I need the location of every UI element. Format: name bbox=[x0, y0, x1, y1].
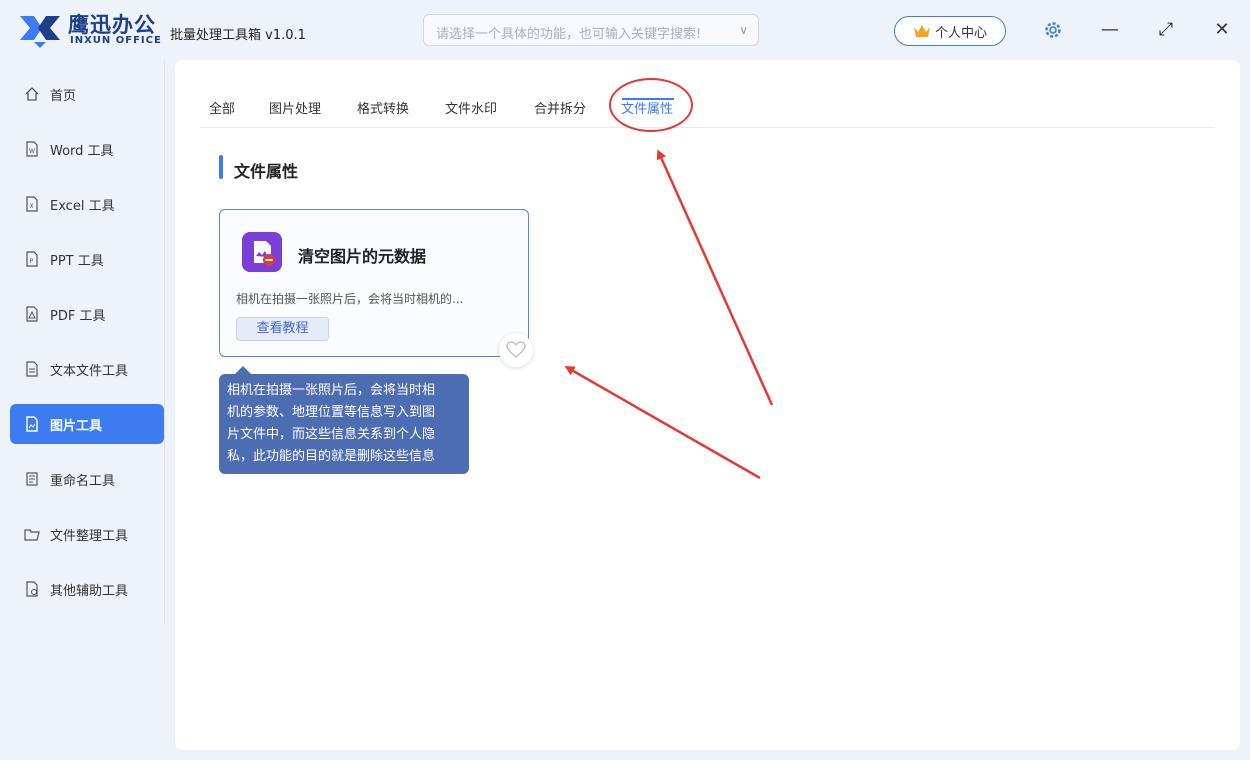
sidebar-item-label: 其他辅助工具 bbox=[50, 583, 129, 599]
view-tutorial-button[interactable]: 查看教程 bbox=[236, 317, 329, 341]
user-center-button[interactable]: 个人中心 bbox=[894, 16, 1006, 46]
tool-card[interactable]: 清空图片的元数据 相机在拍摄一张照片后，会将当时相机的... 查看教程 bbox=[219, 209, 529, 357]
heart-icon bbox=[506, 341, 526, 358]
tab-image-processing[interactable]: 图片处理 bbox=[269, 98, 321, 117]
text-file-icon bbox=[26, 361, 38, 377]
tooltip-line: 相机在拍摄一张照片后，会将当时相 bbox=[227, 383, 436, 398]
sidebar: 首页 W Word 工具 X Excel 工具 P PPT 工具 PDF 工具 … bbox=[0, 60, 170, 760]
description-tooltip: 相机在拍摄一张照片后，会将当时相 机的参数、地理位置等信息写入到图 片文件中，而… bbox=[219, 366, 469, 474]
brand-name-en: INXUN OFFICE bbox=[70, 35, 162, 46]
sidebar-item-label: PDF 工具 bbox=[50, 308, 106, 324]
crown-icon bbox=[913, 25, 930, 37]
svg-text:P: P bbox=[30, 258, 34, 265]
sidebar-divider bbox=[164, 60, 165, 625]
sidebar-item-label: 图片工具 bbox=[50, 418, 103, 434]
user-center-label: 个人中心 bbox=[934, 25, 987, 41]
close-icon[interactable]: ✕ bbox=[1210, 18, 1234, 42]
svg-text:W: W bbox=[29, 148, 35, 155]
rename-icon bbox=[26, 472, 38, 486]
favorite-button[interactable] bbox=[499, 333, 533, 367]
category-tabs: 全部 图片处理 格式转换 文件水印 合并拆分 文件属性 bbox=[200, 88, 1215, 128]
tab-format-conversion[interactable]: 格式转换 bbox=[357, 98, 409, 117]
sidebar-item-label: PPT 工具 bbox=[50, 253, 104, 269]
main-panel: 全部 图片处理 格式转换 文件水印 合并拆分 文件属性 文件属性 清空图片的元数… bbox=[175, 60, 1240, 750]
excel-file-icon: X bbox=[26, 196, 38, 212]
chevron-down-icon[interactable]: ∨ bbox=[739, 23, 748, 37]
section-title: 文件属性 bbox=[234, 162, 299, 181]
svg-text:X: X bbox=[30, 203, 34, 210]
sidebar-item-label: 重命名工具 bbox=[50, 473, 116, 489]
sidebar-item-label: 文本文件工具 bbox=[50, 363, 129, 379]
sidebar-item-excel[interactable]: X Excel 工具 bbox=[10, 184, 164, 224]
sidebar-item-label: 文件整理工具 bbox=[50, 528, 129, 544]
title-bar: 鹰迅办公 INXUN OFFICE 批量处理工具箱 v1.0.1 请选择一个具体… bbox=[0, 0, 1250, 60]
sidebar-item-label: Excel 工具 bbox=[50, 198, 115, 214]
app-logo-icon bbox=[20, 16, 60, 48]
sidebar-item-label: Word 工具 bbox=[50, 143, 114, 159]
sidebar-item-word[interactable]: W Word 工具 bbox=[10, 129, 164, 169]
misc-tool-icon bbox=[26, 581, 38, 597]
sidebar-item-home[interactable]: 首页 bbox=[10, 74, 164, 114]
sidebar-item-text[interactable]: 文本文件工具 bbox=[10, 349, 164, 389]
sidebar-item-ppt[interactable]: P PPT 工具 bbox=[10, 239, 164, 279]
gear-icon[interactable] bbox=[1043, 20, 1063, 40]
sidebar-item-image[interactable]: 图片工具 bbox=[10, 404, 164, 444]
image-metadata-icon bbox=[242, 232, 282, 272]
home-icon bbox=[25, 87, 39, 101]
annotation-circle bbox=[609, 78, 693, 132]
tooltip-line: 片文件中，而这些信息关系到个人隐 bbox=[227, 427, 436, 442]
tab-all[interactable]: 全部 bbox=[209, 98, 235, 117]
minimize-icon[interactable]: — bbox=[1098, 18, 1122, 42]
card-title: 清空图片的元数据 bbox=[298, 247, 427, 266]
word-file-icon: W bbox=[26, 141, 38, 157]
section-marker bbox=[219, 155, 223, 179]
app-title: 批量处理工具箱 v1.0.1 bbox=[170, 28, 306, 43]
sidebar-item-organize[interactable]: 文件整理工具 bbox=[10, 514, 164, 554]
pdf-file-icon bbox=[26, 306, 38, 322]
sidebar-item-misc[interactable]: 其他辅助工具 bbox=[10, 569, 164, 609]
sidebar-item-label: 首页 bbox=[50, 88, 77, 104]
tab-merge-split[interactable]: 合并拆分 bbox=[534, 98, 586, 117]
image-file-icon bbox=[26, 416, 38, 432]
search-placeholder: 请选择一个具体的功能，也可输入关键字搜索! bbox=[436, 27, 702, 42]
sidebar-item-pdf[interactable]: PDF 工具 bbox=[10, 294, 164, 334]
search-input[interactable]: 请选择一个具体的功能，也可输入关键字搜索! ∨ bbox=[423, 14, 759, 46]
tab-file-watermark[interactable]: 文件水印 bbox=[445, 98, 497, 117]
folder-icon bbox=[24, 529, 40, 541]
maximize-icon[interactable]: ⤢ bbox=[1154, 18, 1178, 42]
card-description: 相机在拍摄一张照片后，会将当时相机的... bbox=[236, 292, 464, 306]
sidebar-item-rename[interactable]: 重命名工具 bbox=[10, 459, 164, 499]
tooltip-line: 私，此功能的目的就是删除这些信息 bbox=[227, 449, 436, 464]
ppt-file-icon: P bbox=[26, 251, 38, 267]
tooltip-line: 机的参数、地理位置等信息写入到图 bbox=[227, 405, 436, 420]
